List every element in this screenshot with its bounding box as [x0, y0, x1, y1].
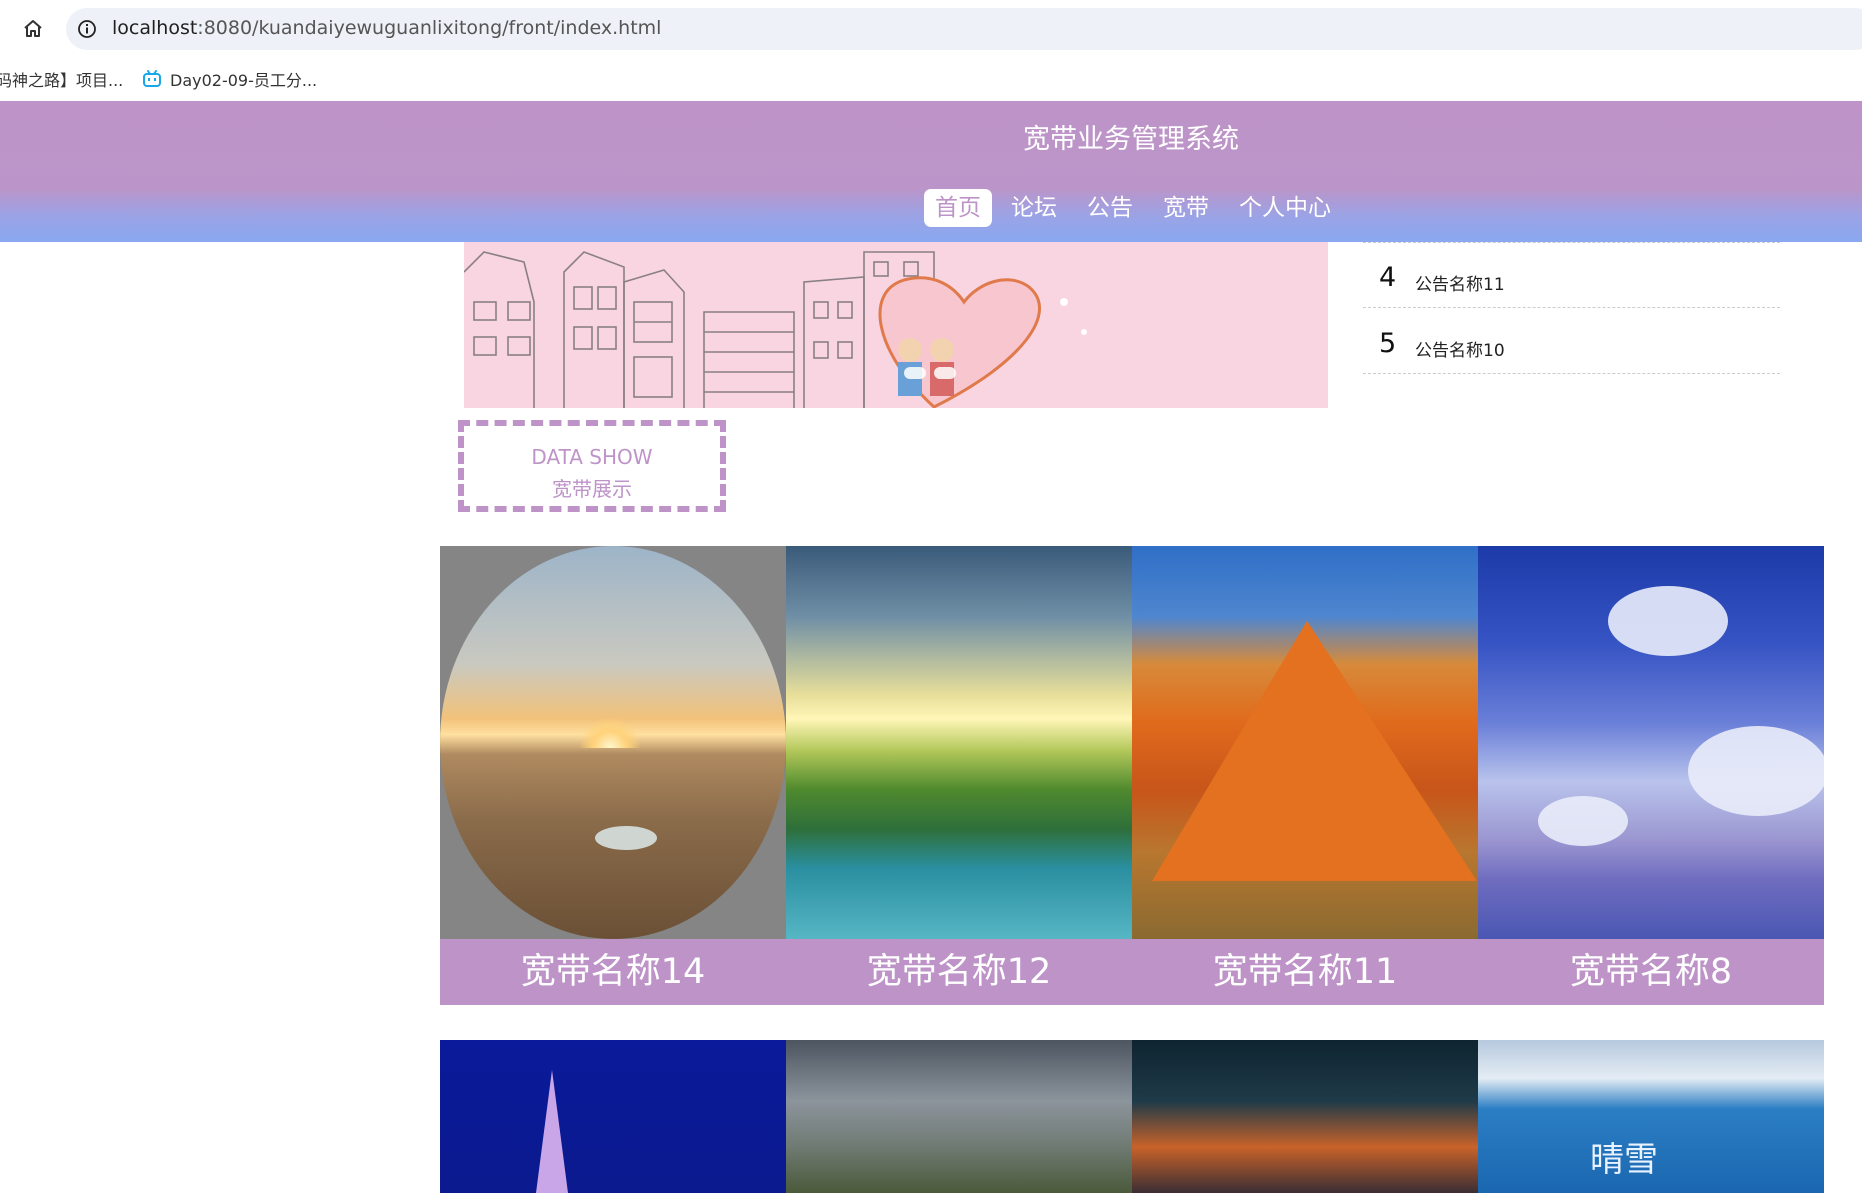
product-image[interactable] — [440, 546, 786, 939]
product-row: 宽带名称14 宽带名称12 宽带名称11 宽带名称8 — [440, 546, 1824, 1005]
product-name[interactable]: 宽带名称11 — [1132, 939, 1478, 1005]
nav-forum[interactable]: 论坛 — [1000, 189, 1068, 227]
site-header: 宽带业务管理系统 首页 论坛 公告 宽带 个人中心 — [0, 101, 1862, 242]
site-title: 宽带业务管理系统 — [1023, 124, 1239, 155]
nav-home[interactable]: 首页 — [924, 189, 992, 227]
section-title-en: DATA SHOW — [531, 445, 653, 469]
product-image[interactable]: 晴雪 — [1478, 1040, 1824, 1193]
product-image[interactable] — [440, 1040, 786, 1193]
product-name[interactable]: 宽带名称12 — [786, 939, 1132, 1005]
url-host: localhost — [112, 17, 198, 39]
nav-personal-center[interactable]: 个人中心 — [1228, 189, 1342, 227]
notice-list: 4 公告名称11 5 公告名称10 — [1363, 242, 1780, 374]
product-name[interactable]: 宽带名称14 — [440, 939, 786, 1005]
bookmark-item[interactable]: Day02-09-员工分... — [142, 66, 317, 92]
bookmark-label: 码神之路】项目... — [0, 71, 124, 90]
bookmarks-bar: 码神之路】项目... Day02-09-员工分... — [0, 58, 1862, 100]
bookmark-label: Day02-09-员工分... — [170, 71, 318, 90]
banner-illustration — [464, 251, 1087, 408]
product-card[interactable]: 宽带名称12 — [786, 546, 1132, 1005]
product-name[interactable]: 宽带名称8 — [1478, 939, 1824, 1005]
notice-index: 4 — [1379, 262, 1397, 293]
home-icon[interactable] — [18, 14, 48, 44]
product-photo-detail — [595, 826, 657, 850]
product-photo-detail — [536, 1070, 568, 1193]
notice-index: 5 — [1379, 328, 1397, 359]
notice-item[interactable]: 5 公告名称10 — [1363, 308, 1780, 374]
main-nav: 首页 论坛 公告 宽带 个人中心 — [924, 189, 1342, 227]
product-card[interactable]: 宽带名称14 — [440, 546, 786, 1005]
product-photo-detail — [1152, 621, 1477, 881]
carousel-dot[interactable] — [904, 367, 926, 379]
product-image[interactable] — [786, 546, 1132, 939]
carousel-indicators — [904, 367, 956, 379]
product-image[interactable] — [786, 1040, 1132, 1193]
nav-notice[interactable]: 公告 — [1076, 189, 1144, 227]
nav-broadband[interactable]: 宽带 — [1152, 189, 1220, 227]
notice-title[interactable]: 公告名称10 — [1415, 336, 1505, 361]
bilibili-icon — [142, 69, 162, 89]
product-photo-detail — [1688, 726, 1824, 816]
notice-title[interactable]: 公告名称11 — [1415, 270, 1505, 295]
product-photo-detail — [1608, 586, 1728, 656]
browser-toolbar: localhost:8080/kuandaiyewuguanlixitong/f… — [0, 0, 1862, 58]
product-row: 晴雪 — [440, 1040, 1824, 1193]
address-bar[interactable]: localhost:8080/kuandaiyewuguanlixitong/f… — [66, 8, 1862, 50]
carousel-dot[interactable] — [934, 367, 956, 379]
product-card[interactable]: 宽带名称8 — [1478, 546, 1824, 1005]
product-image[interactable] — [1132, 1040, 1478, 1193]
url-path: :8080/kuandaiyewuguanlixitong/front/inde… — [197, 17, 662, 39]
banner-carousel[interactable] — [464, 242, 1328, 408]
bookmark-item[interactable]: 码神之路】项目... — [0, 66, 123, 92]
section-title-zh: 宽带展示 — [552, 477, 632, 501]
product-image[interactable] — [1478, 546, 1824, 939]
product-photo-detail — [1538, 796, 1628, 846]
image-watermark: 晴雪 — [1590, 1140, 1658, 1180]
section-title: DATA SHOW 宽带展示 — [458, 420, 726, 512]
product-card[interactable]: 宽带名称11 — [1132, 546, 1478, 1005]
product-image[interactable] — [1132, 546, 1478, 939]
notice-item[interactable]: 4 公告名称11 — [1363, 242, 1780, 308]
url-text: localhost:8080/kuandaiyewuguanlixitong/f… — [112, 17, 661, 39]
site-info-icon[interactable] — [76, 18, 98, 40]
